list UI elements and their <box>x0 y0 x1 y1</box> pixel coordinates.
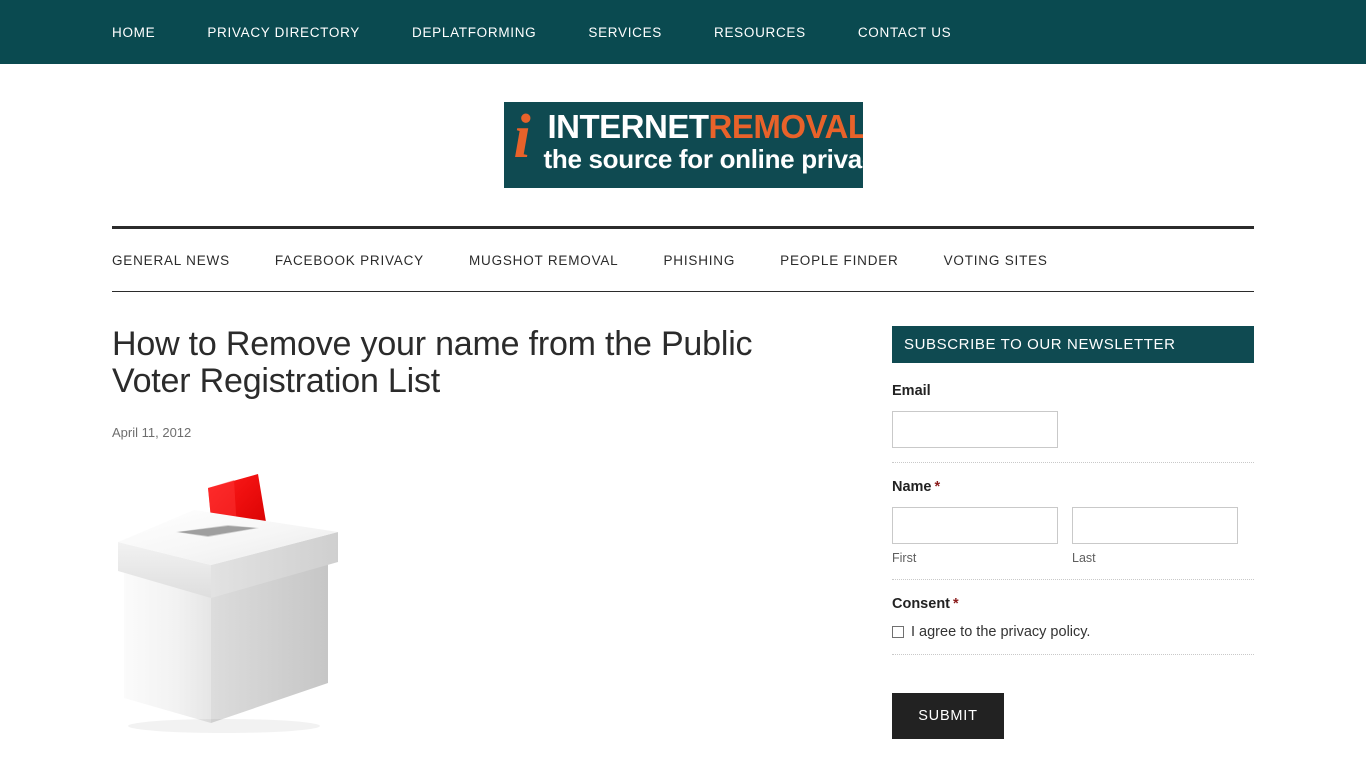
subnav-item-voting-sites[interactable]: VOTING SITES <box>944 253 1048 268</box>
name-label: Name * <box>892 479 1254 495</box>
subnav-item-mugshot-removal[interactable]: MUGSHOT REMOVAL <box>469 253 619 268</box>
name-inputs-row: First Last <box>892 507 1254 565</box>
subnav-item-phishing[interactable]: PHISHING <box>664 253 736 268</box>
logo-i-mark: i <box>513 103 531 171</box>
article-column: How to Remove your name from the Public … <box>112 326 854 739</box>
site-logo[interactable]: i INTERNETREMOVAL the source for online … <box>503 102 863 188</box>
ballot-box-icon <box>118 474 338 734</box>
site-header: i INTERNETREMOVAL the source for online … <box>0 64 1366 226</box>
newsletter-widget-heading: SUBSCRIBE TO OUR NEWSLETTER <box>892 326 1254 363</box>
primary-navigation-bar: HOME PRIVACY DIRECTORY DEPLATFORMING SER… <box>0 0 1366 64</box>
logo-tagline: the source for online privacy <box>543 144 863 174</box>
name-field-block: Name * First Last <box>892 479 1254 580</box>
topnav-item-services[interactable]: SERVICES <box>588 25 662 40</box>
first-name-sub-label: First <box>892 551 917 565</box>
page-content: How to Remove your name from the Public … <box>112 292 1254 739</box>
category-navigation-bar: GENERAL NEWS FACEBOOK PRIVACY MUGSHOT RE… <box>112 226 1254 292</box>
newsletter-form: Email Name * First Last Consent * I agre… <box>892 363 1254 739</box>
consent-label-text: Consent <box>892 596 950 612</box>
name-label-text: Name <box>892 479 932 495</box>
subnav-item-facebook-privacy[interactable]: FACEBOOK PRIVACY <box>275 253 424 268</box>
email-input[interactable] <box>892 411 1058 448</box>
topnav-item-home[interactable]: HOME <box>112 25 155 40</box>
logo-wordmark: INTERNETREMOVAL <box>547 108 863 145</box>
primary-nav-list: HOME PRIVACY DIRECTORY DEPLATFORMING SER… <box>112 25 951 40</box>
logo-word-internet: INTERNET <box>547 108 710 145</box>
subnav-item-general-news[interactable]: GENERAL NEWS <box>112 253 230 268</box>
email-field-block: Email <box>892 383 1254 463</box>
sidebar-column: SUBSCRIBE TO OUR NEWSLETTER Email Name * … <box>854 326 1254 739</box>
name-required-marker: * <box>934 479 941 495</box>
ballot-box-image <box>116 470 361 735</box>
first-name-input[interactable] <box>892 507 1058 544</box>
topnav-item-contact-us[interactable]: CONTACT US <box>858 25 952 40</box>
last-name-col: Last <box>1072 507 1238 565</box>
consent-label: Consent * <box>892 596 1254 612</box>
post-date: April 11, 2012 <box>112 425 192 441</box>
consent-checkbox[interactable] <box>892 626 904 638</box>
consent-field-block: Consent * I agree to the privacy policy. <box>892 596 1254 655</box>
submit-button[interactable]: SUBMIT <box>892 693 1004 739</box>
topnav-item-deplatforming[interactable]: DEPLATFORMING <box>412 25 536 40</box>
email-label: Email <box>892 383 931 399</box>
logo-word-removal: REMOVAL <box>708 108 863 145</box>
consent-checkbox-row: I agree to the privacy policy. <box>892 624 1254 640</box>
consent-required-marker: * <box>953 596 959 612</box>
topnav-item-privacy-directory[interactable]: PRIVACY DIRECTORY <box>207 25 360 40</box>
last-name-input[interactable] <box>1072 507 1238 544</box>
first-name-col: First <box>892 507 1058 565</box>
topnav-item-resources[interactable]: RESOURCES <box>714 25 806 40</box>
subnav-item-people-finder[interactable]: PEOPLE FINDER <box>780 253 898 268</box>
last-name-sub-label: Last <box>1072 551 1096 565</box>
page-title: How to Remove your name from the Public … <box>112 325 753 400</box>
consent-checkbox-label: I agree to the privacy policy. <box>911 624 1091 640</box>
